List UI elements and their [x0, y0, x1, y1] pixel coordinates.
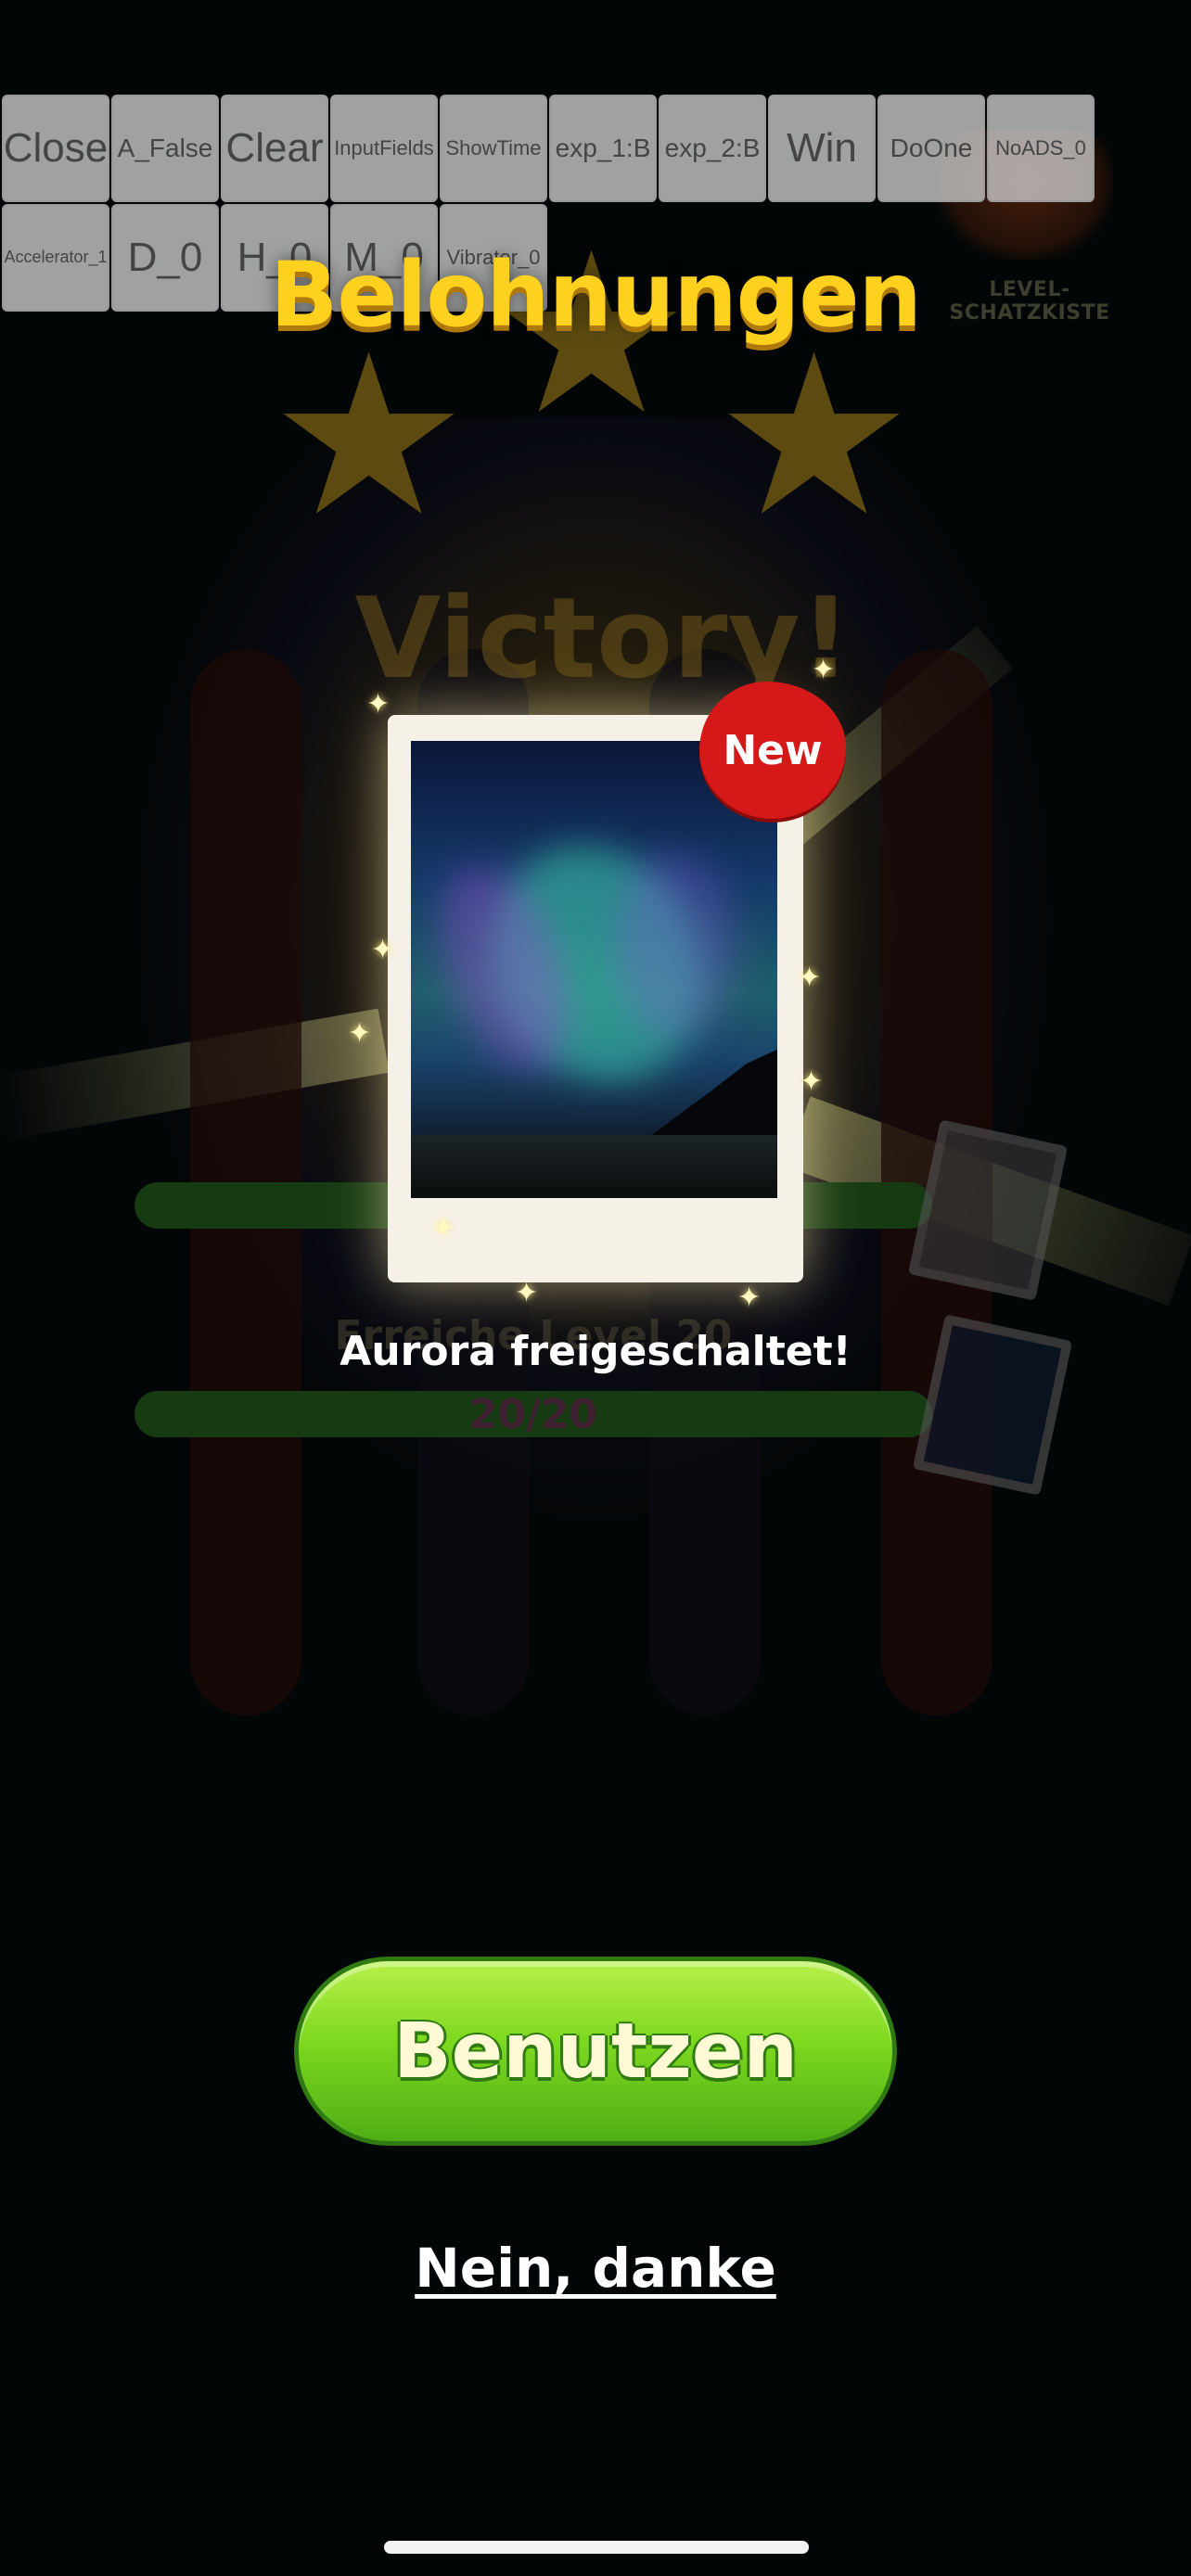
debug-button[interactable]: Win [768, 95, 876, 202]
debug-button[interactable]: NoADS_0 [987, 95, 1095, 202]
new-badge-label: New [723, 726, 823, 774]
unlock-message: Aurora freigeschaltet! [339, 1328, 852, 1375]
sparkle-icon: ✦ [515, 1277, 539, 1309]
debug-button[interactable]: exp_2:B [659, 95, 766, 202]
sparkle-icon: ✦ [798, 962, 822, 994]
decline-button[interactable]: Nein, danke [0, 2237, 1191, 2300]
sparkle-icon: ✦ [737, 1282, 762, 1314]
sparkle-icon: ✦ [371, 934, 395, 966]
home-indicator[interactable] [384, 2541, 809, 2554]
debug-button[interactable]: A_False [111, 95, 219, 202]
ground [411, 1135, 777, 1198]
sparkle-icon: ✦ [812, 654, 836, 686]
sparkle-icon: ✦ [348, 1017, 372, 1050]
sparkle-icon: ✦ [800, 1065, 824, 1098]
debug-button[interactable]: exp_1:B [549, 95, 657, 202]
debug-button[interactable]: Close [2, 95, 109, 202]
aurora-band [615, 852, 736, 1038]
use-button-label: Benutzen [393, 2007, 798, 2096]
debug-button[interactable]: ShowTime [440, 95, 547, 202]
star-icon: ★ [714, 306, 915, 566]
debug-button[interactable]: InputFields [330, 95, 438, 202]
sparkle-icon: ✦ [366, 688, 391, 721]
progress-text: 20/20 [468, 1391, 598, 1438]
background-game-screen: LEVEL-SCHATZKISTE ★ ★ ★ Victory! Erreich… [0, 0, 1191, 2576]
use-button[interactable]: Benutzen [294, 1957, 897, 2146]
new-badge: New [699, 682, 846, 819]
debug-button[interactable]: DoOne [877, 95, 985, 202]
rewards-title: Belohnungen [270, 243, 922, 347]
star-icon: ★ [269, 306, 469, 566]
sparkle-icon: ✦ [431, 1212, 455, 1244]
debug-button[interactable]: Clear [221, 95, 328, 202]
